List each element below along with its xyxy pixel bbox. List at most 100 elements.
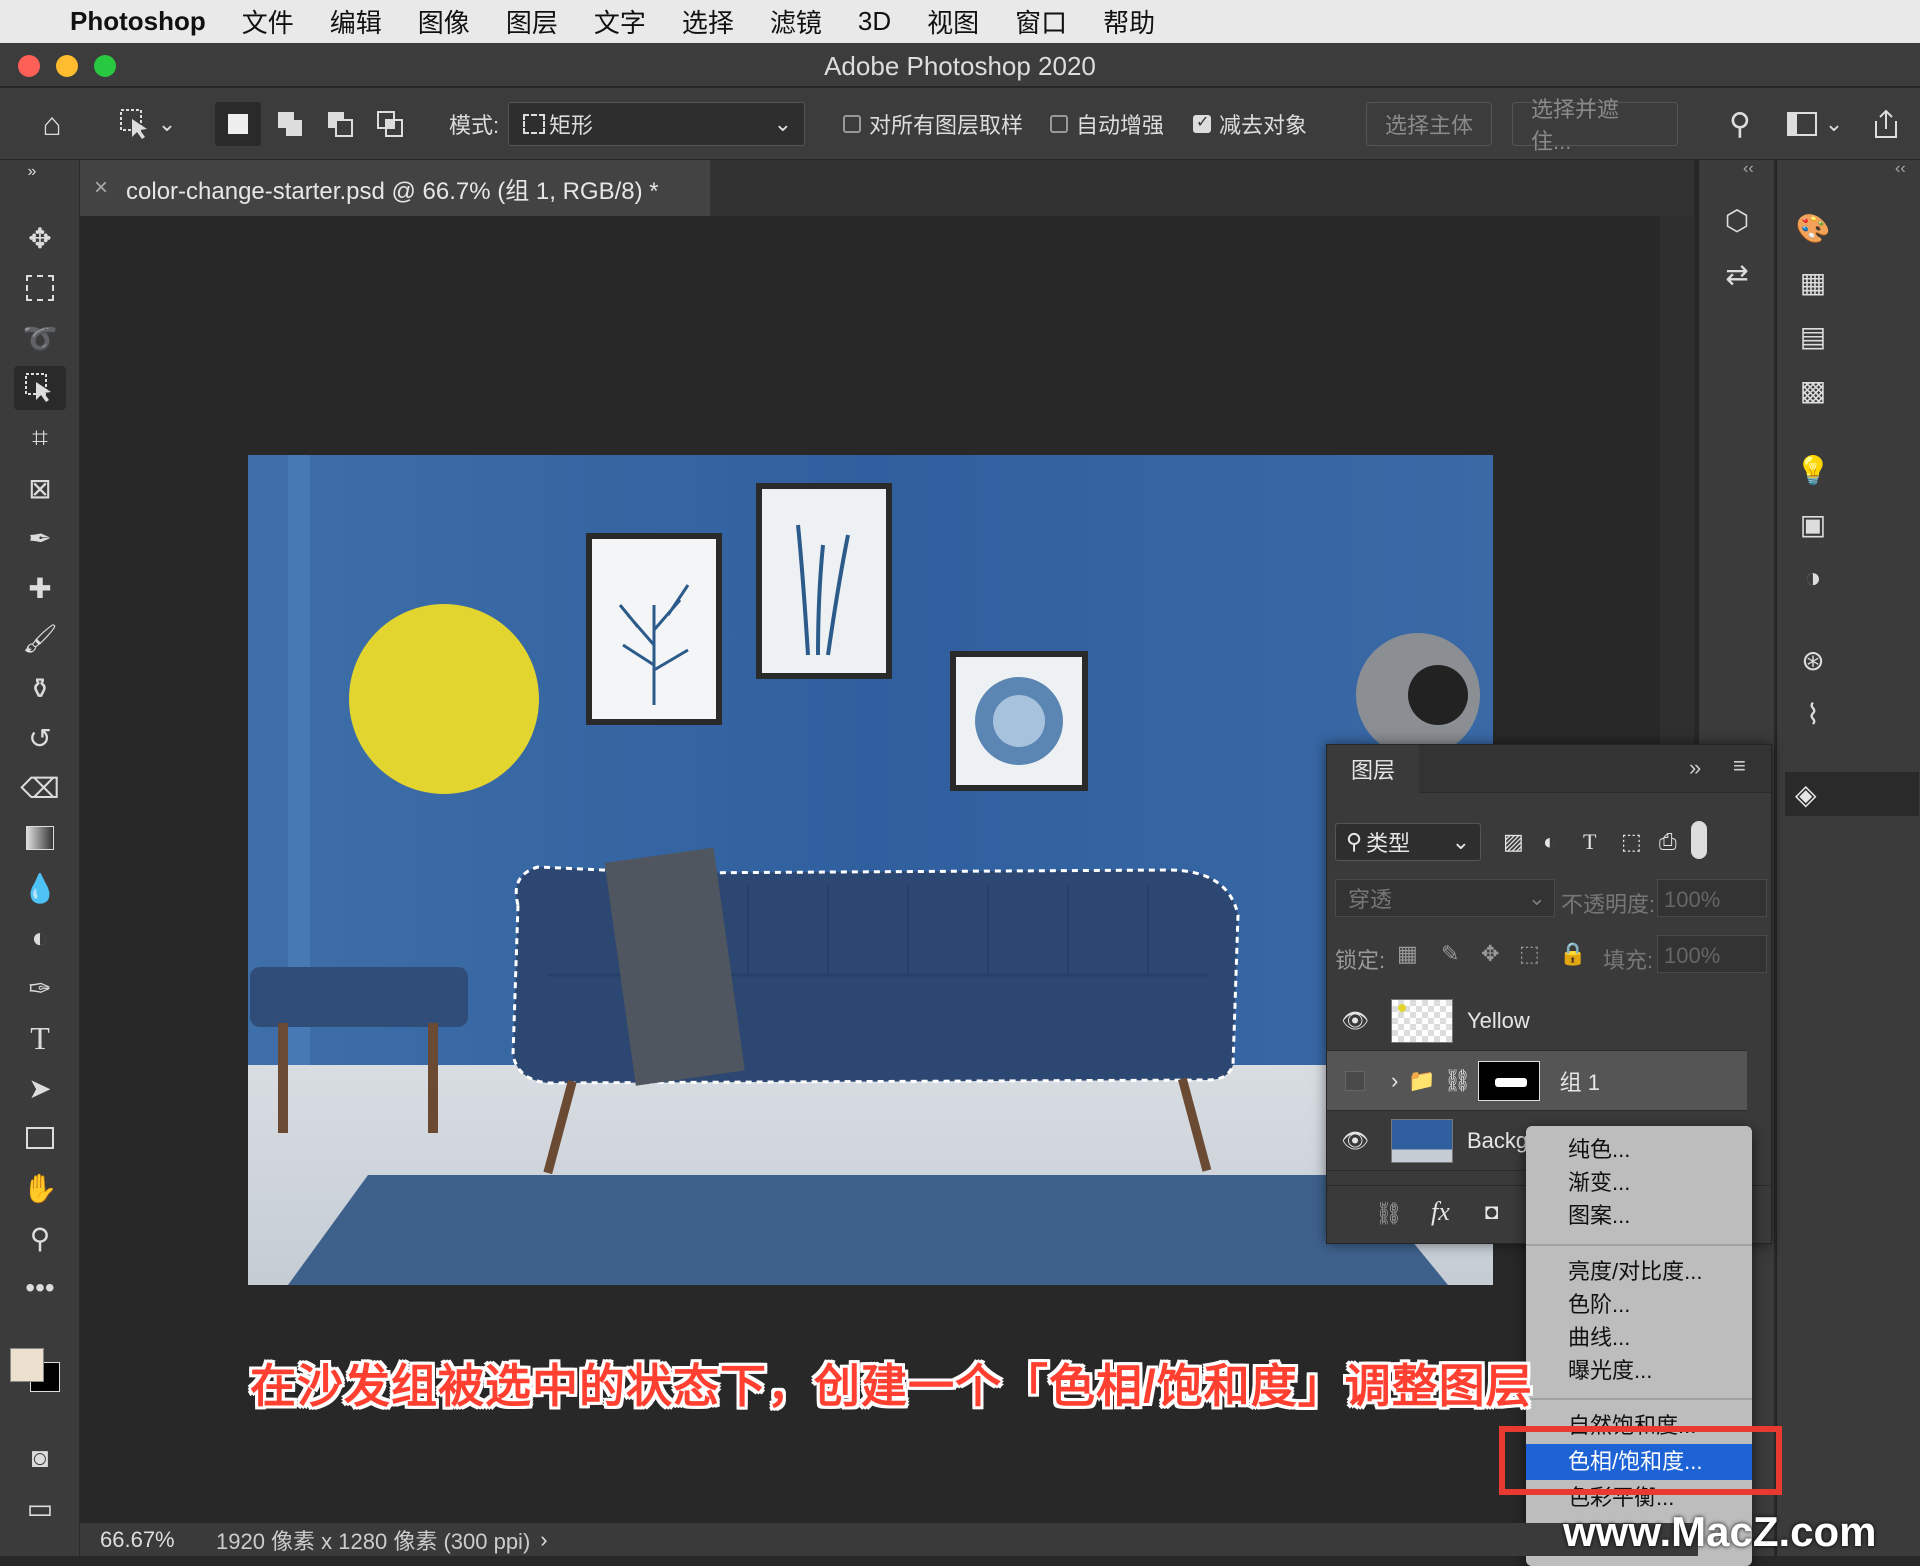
filter-toggle[interactable] (1691, 821, 1707, 859)
visibility-eye-icon[interactable]: 👁 (1327, 1128, 1383, 1154)
channels-icon[interactable]: ⊛ (1793, 640, 1833, 680)
blend-mode-select[interactable]: 穿透 ⌄ (1335, 879, 1555, 917)
eraser-tool-icon[interactable]: ⌫ (14, 766, 66, 810)
menu-view[interactable]: 视图 (927, 3, 979, 40)
color-icon[interactable]: 🎨 (1793, 208, 1833, 248)
document-info[interactable]: 1920 像素 x 1280 像素 (300 ppi) (216, 1524, 530, 1556)
select-and-mask-button[interactable]: 选择并遮住... (1512, 97, 1678, 154)
panel-menu-icon[interactable]: ≡ (1733, 753, 1746, 779)
pen-tool-icon[interactable]: ✑ (14, 966, 66, 1010)
screen-mode-icon[interactable]: ▭ (14, 1486, 66, 1530)
add-to-selection-icon[interactable] (268, 102, 312, 146)
filter-shape-icon[interactable]: ⬚ (1621, 829, 1642, 855)
foreground-color-swatch[interactable] (10, 1348, 44, 1382)
link-layers-icon[interactable]: ⛓ (1375, 1201, 1403, 1227)
layer-style-icon[interactable]: fx (1431, 1197, 1450, 1227)
menu-item-exposure[interactable]: 曝光度... (1568, 1355, 1652, 1387)
history-brush-tool-icon[interactable]: ↺ (14, 716, 66, 760)
blur-tool-icon[interactable]: 💧 (14, 866, 66, 910)
select-subject-button[interactable]: 选择主体 (1366, 102, 1492, 146)
menu-item-levels[interactable]: 色阶... (1568, 1289, 1630, 1321)
marquee-tool-icon[interactable] (14, 266, 66, 310)
filter-pixel-icon[interactable]: ▨ (1503, 829, 1524, 855)
menu-layer[interactable]: 图层 (506, 3, 558, 40)
brush-tool-icon[interactable]: 🖌 (14, 616, 66, 660)
workspace-icon[interactable]: ⌄ (1780, 102, 1850, 146)
history-icon[interactable]: ⇄ (1717, 254, 1757, 294)
lock-position-icon[interactable]: ✥ (1481, 941, 1499, 967)
layers-tab[interactable]: 图层 (1327, 745, 1419, 793)
layer-mask-thumbnail[interactable] (1477, 1060, 1540, 1101)
search-icon[interactable]: ⚲ (1718, 102, 1762, 146)
subtract-object-checkbox[interactable]: 减去对象 (1188, 102, 1312, 146)
lock-all-icon[interactable]: 🔒 (1559, 941, 1586, 967)
zoom-tool-icon[interactable]: ⚲ (14, 1216, 66, 1260)
collapse-dock-icon-2[interactable]: ‹‹ (1895, 160, 1906, 178)
intersect-selection-icon[interactable] (368, 102, 412, 146)
type-tool-icon[interactable]: T (14, 1016, 66, 1060)
visibility-eye-icon[interactable]: 👁 (1327, 1008, 1383, 1034)
clone-stamp-tool-icon[interactable]: ⚱ (14, 666, 66, 710)
visibility-off-icon[interactable] (1327, 1070, 1383, 1091)
layer-name[interactable]: Backg (1467, 1128, 1528, 1154)
gradient-tool-icon[interactable] (14, 816, 66, 860)
collapse-dock-icon[interactable]: ‹‹ (1743, 160, 1754, 178)
menu-item-curves[interactable]: 曲线... (1568, 1322, 1630, 1354)
path-selection-tool-icon[interactable]: ➤ (14, 1066, 66, 1110)
document-tab[interactable]: × color-change-starter.psd @ 66.7% (组 1,… (80, 160, 710, 216)
rectangle-tool-icon[interactable] (14, 1116, 66, 1160)
sample-all-layers-checkbox[interactable]: 对所有图层取样 (838, 102, 1028, 146)
home-icon[interactable]: ⌂ (30, 102, 74, 146)
swatches-icon[interactable]: ▦ (1793, 262, 1833, 302)
patterns-icon[interactable]: ▩ (1793, 370, 1833, 410)
subtract-from-selection-icon[interactable] (318, 102, 362, 146)
dodge-tool-icon[interactable]: ◐ (14, 916, 66, 960)
auto-enhance-checkbox[interactable]: 自动增强 (1045, 102, 1169, 146)
menu-image[interactable]: 图像 (418, 3, 470, 40)
menu-edit[interactable]: 编辑 (330, 3, 382, 40)
filter-smart-object-icon[interactable]: ⎙ (1659, 829, 1677, 855)
paths-icon[interactable]: ⌇ (1793, 694, 1833, 734)
share-icon[interactable] (1864, 102, 1908, 146)
eyedropper-tool-icon[interactable]: ✒ (14, 516, 66, 560)
mode-select[interactable]: 矩形 ⌄ (508, 102, 805, 146)
learn-icon[interactable]: 💡 (1793, 450, 1833, 490)
chevron-right-icon[interactable]: › (540, 1527, 547, 1553)
more-tools-icon[interactable]: ••• (14, 1266, 66, 1310)
lock-image-icon[interactable]: ✎ (1441, 941, 1459, 967)
fill-input[interactable]: 100% (1657, 935, 1767, 973)
menu-item-gradient[interactable]: 渐变... (1568, 1167, 1630, 1199)
app-menu[interactable]: Photoshop (70, 6, 206, 37)
zoom-level[interactable]: 66.67% (100, 1527, 200, 1553)
close-tab-icon[interactable]: × (94, 174, 108, 202)
3d-icon[interactable]: ⬡ (1717, 200, 1757, 240)
layer-filter-select[interactable]: ⚲ 类型 ⌄ (1335, 823, 1481, 861)
menu-filter[interactable]: 滤镜 (770, 3, 822, 40)
gradients-icon[interactable]: ▤ (1793, 316, 1833, 356)
object-selection-tool-icon[interactable] (14, 366, 66, 410)
adjustments-icon[interactable]: ◑ (1793, 558, 1833, 598)
menu-item-solid-color[interactable]: 纯色... (1568, 1134, 1630, 1166)
menu-item-pattern[interactable]: 图案... (1568, 1200, 1630, 1232)
hand-tool-icon[interactable]: ✋ (14, 1166, 66, 1210)
libraries-icon[interactable]: ▣ (1793, 504, 1833, 544)
layer-row-group[interactable]: › 📁 ⛓ 组 1 (1327, 1051, 1747, 1111)
crop-tool-icon[interactable]: ⌗ (14, 416, 66, 460)
lasso-tool-icon[interactable]: ➰ (14, 316, 66, 360)
layer-row-yellow[interactable]: 👁 Yellow (1327, 991, 1747, 1051)
opacity-input[interactable]: 100% (1657, 879, 1767, 917)
quick-mask-icon[interactable]: ◙ (14, 1436, 66, 1480)
collapse-toolbar-icon[interactable]: » (6, 160, 58, 184)
new-selection-icon[interactable] (215, 102, 261, 146)
object-selection-preset[interactable]: ⌄ (112, 102, 182, 146)
add-mask-icon[interactable]: ◘ (1485, 1199, 1498, 1225)
filter-adjustment-icon[interactable]: ◐ (1543, 829, 1556, 855)
lock-transparent-icon[interactable]: ▦ (1397, 941, 1418, 967)
menu-3d[interactable]: 3D (858, 6, 891, 37)
document-canvas[interactable] (248, 455, 1493, 1285)
lock-artboard-icon[interactable]: ⬚ (1519, 941, 1540, 967)
layers-panel-icon[interactable]: ◈ (1785, 772, 1919, 816)
frame-tool-icon[interactable]: ⊠ (14, 466, 66, 510)
expand-panel-icon[interactable]: » (1689, 755, 1701, 781)
menu-window[interactable]: 窗口 (1015, 3, 1067, 40)
